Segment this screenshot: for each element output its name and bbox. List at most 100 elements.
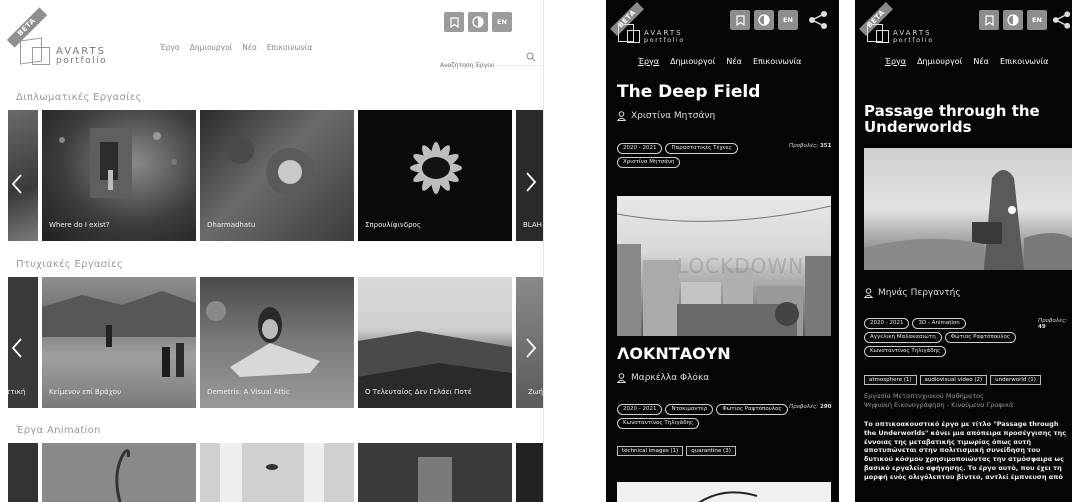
work-author[interactable]: Χριστίνα Μητσάνη <box>617 111 715 121</box>
tag-item[interactable]: technical images (1) <box>617 446 684 456</box>
logo-text: AVARTS portfolio <box>644 30 685 44</box>
logo-line2: portfolio <box>644 36 685 44</box>
work-card[interactable] <box>358 443 512 502</box>
nav-item-works[interactable]: Έργα <box>885 57 906 66</box>
card-caption: Dharmadhatu <box>207 221 256 229</box>
mobile-view-underworlds: BETA AVARTS portfolio EN Έργα Δημιουργοί… <box>855 0 1072 502</box>
author-name: Μαρκέλλα Φλόκα <box>631 373 710 383</box>
nav-item-news[interactable]: Νέα <box>242 43 257 52</box>
nav-item-news[interactable]: Νέα <box>973 57 989 66</box>
work-title: Passage through the Underworlds <box>864 102 1040 136</box>
section-title-diploma: Διπλωματικές Εργασίες <box>16 92 142 103</box>
language-button[interactable]: EN <box>1027 10 1047 30</box>
pill-person[interactable]: Αγγελική Μαλακασιώτη <box>864 332 942 344</box>
search-bar <box>440 52 544 69</box>
nav-item-news[interactable]: Νέα <box>726 57 742 66</box>
card-caption: Ο Τελευταίος Δεν Γελάει Ποτέ <box>365 388 472 396</box>
nav-item-creators[interactable]: Δημιουργοί <box>670 57 715 66</box>
work-author[interactable]: Μαρκέλλα Φλόκα <box>617 373 709 383</box>
views-label: Προβολές: <box>789 143 819 149</box>
meta-pills: 2020 - 2021 3D - Animation Αγγελική Μαλα… <box>864 318 1034 358</box>
card-image <box>115 449 130 502</box>
work-author[interactable]: Μηνάς Περγαντής <box>864 288 961 298</box>
work-image[interactable] <box>617 482 831 502</box>
work-card[interactable] <box>8 443 38 502</box>
logo-text: AVARTS portfolio <box>893 30 934 44</box>
search-icon[interactable] <box>526 52 536 62</box>
bookmark-icon[interactable] <box>730 10 750 30</box>
logo-line2: portfolio <box>56 56 108 66</box>
tag-item[interactable]: underworld (1) <box>990 375 1041 385</box>
work-card[interactable]: Σπρουλίφινδρος <box>358 110 512 241</box>
work-card[interactable] <box>200 443 354 502</box>
nav-item-contact[interactable]: Επικοινωνία <box>753 57 802 66</box>
card-caption: Where do I exist? <box>49 221 110 229</box>
tag-item[interactable]: quarantine (3) <box>686 446 736 456</box>
pill-person[interactable]: Κωνσταντίνος Τηλιγάδης <box>864 346 947 358</box>
work-card[interactable] <box>516 443 544 502</box>
nav-item-creators[interactable]: Δημιουργοί <box>190 43 232 52</box>
views-value: 290 <box>819 404 832 410</box>
nav-item-works[interactable]: Έργα <box>638 57 659 66</box>
logo[interactable]: AVARTS portfolio <box>20 33 130 73</box>
work-description: Το οπτικοακουστικό έργο με τίτλο "Passag… <box>864 420 1067 481</box>
views-count: Προβολές: 49 <box>1038 318 1072 330</box>
carousel-prev-arrow-icon[interactable] <box>10 336 24 360</box>
language-button[interactable]: EN <box>492 12 512 32</box>
card-image <box>418 457 452 502</box>
share-icon[interactable] <box>1051 10 1072 30</box>
pill-category[interactable]: Παραστατικές Τέχνες <box>665 143 738 155</box>
section-title-animation: Έργα Animation <box>16 425 101 436</box>
course-info: Εργασία Μεταπτυχιακού Μαθήματος Ψηφιακή … <box>864 392 1069 410</box>
card-caption: BLAH <box>523 221 542 229</box>
tag-item[interactable]: audiovisual video (2) <box>919 375 988 385</box>
pill-person[interactable]: Χριστίνα Μητσάνη <box>617 157 681 169</box>
bookmark-icon[interactable] <box>979 10 999 30</box>
course-type: Εργασία Μεταπτυχιακού Μαθήματος <box>864 392 984 400</box>
logo[interactable]: AVARTS portfolio <box>867 20 947 50</box>
tag-row: atmosphere (1) audiovisual video (2) und… <box>864 375 1041 385</box>
carousel-prev-arrow-icon[interactable] <box>10 172 24 196</box>
pill-year[interactable]: 2020 - 2021 <box>617 404 663 416</box>
contrast-icon[interactable] <box>754 10 774 30</box>
work-title: The Deep Field <box>617 82 761 102</box>
logo[interactable]: AVARTS portfolio <box>618 20 698 50</box>
work-card[interactable]: Demetris: A Visual Attic <box>200 277 354 408</box>
pill-year[interactable]: 2020 - 2021 <box>617 143 663 155</box>
pill-category[interactable]: Ντοκιμαντέρ <box>665 404 714 416</box>
contrast-icon[interactable] <box>468 12 488 32</box>
work-card[interactable] <box>42 443 196 502</box>
work-image[interactable]: LOCKDOWN <box>617 196 831 336</box>
search-input[interactable] <box>440 62 518 69</box>
language-button[interactable]: EN <box>778 10 798 30</box>
bookmark-icon[interactable] <box>444 12 464 32</box>
carousel-next-arrow-icon[interactable] <box>524 336 538 360</box>
pill-year[interactable]: 2020 - 2021 <box>864 318 910 330</box>
views-value: 49 <box>1038 324 1046 330</box>
work-card[interactable]: Κείμενον επί Βράχου <box>42 277 196 408</box>
pill-person[interactable]: Φώτιος Ραφτόπουλος <box>716 404 788 416</box>
card-caption: Demetris: A Visual Attic <box>207 388 290 396</box>
user-icon <box>864 288 873 298</box>
tag-item[interactable]: atmosphere (1) <box>864 375 917 385</box>
carousel-next-arrow-icon[interactable] <box>524 170 538 194</box>
work-card[interactable]: Where do I exist? <box>42 110 196 241</box>
top-icons: EN <box>444 12 512 32</box>
nav-item-creators[interactable]: Δημιουργοί <box>917 57 962 66</box>
meta-pills: 2020 - 2021 Ντοκιμαντέρ Φώτιος Ραφτόπουλ… <box>617 404 797 430</box>
pill-category[interactable]: 3D - Animation <box>912 318 966 330</box>
share-icon[interactable] <box>807 10 829 30</box>
work-card[interactable]: Ο Τελευταίος Δεν Γελάει Ποτέ <box>358 277 512 408</box>
work-card[interactable]: Dharmadhatu <box>200 110 354 241</box>
nav-item-contact[interactable]: Επικοινωνία <box>267 43 312 52</box>
pill-person[interactable]: Φώτιος Ραφτόπουλος <box>944 332 1017 344</box>
contrast-icon[interactable] <box>1003 10 1023 30</box>
author-name: Χριστίνα Μητσάνη <box>631 111 716 121</box>
nav-item-contact[interactable]: Επικοινωνία <box>1000 57 1049 66</box>
work-title: ΛΟΚΝΤΑΟΥΝ <box>617 344 731 363</box>
work-image[interactable] <box>864 148 1072 270</box>
top-icons: EN <box>979 10 1047 30</box>
pill-person[interactable]: Κωνσταντίνος Τηλιγάδης <box>617 418 700 430</box>
views-label: Προβολές: <box>789 404 819 410</box>
nav-item-works[interactable]: Έργα <box>160 43 180 52</box>
